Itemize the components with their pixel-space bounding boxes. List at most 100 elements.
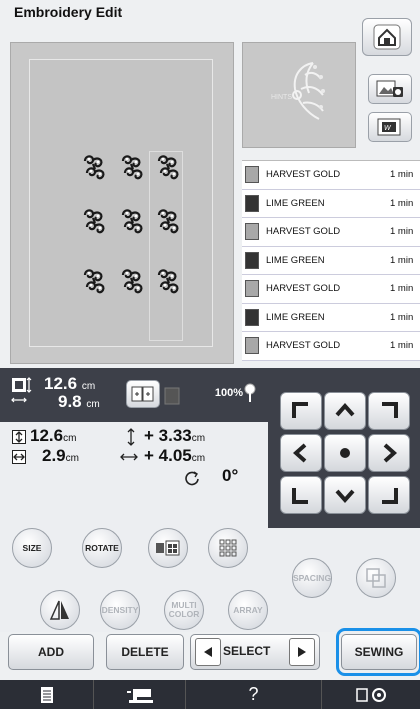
group-button[interactable] [356, 558, 396, 598]
camera-icon [376, 80, 403, 97]
multi-color-button[interactable]: MULTI COLOR [164, 590, 204, 630]
size-dimension-icon [11, 377, 32, 403]
design-height-unit: cm [81, 381, 96, 392]
thread-name: HARVEST GOLD [266, 169, 341, 181]
zoom-button[interactable]: 100% [208, 378, 264, 408]
sewing-button-highlight[interactable]: SEWING [336, 628, 420, 676]
size-button[interactable]: SIZE [12, 528, 52, 568]
select-control: SELECT [190, 634, 320, 670]
vertical-offset-unit: cm [191, 433, 206, 444]
move-down-left-button[interactable] [280, 476, 322, 514]
footer-bar: ? [0, 680, 420, 709]
vertical-offset-icon [127, 428, 135, 446]
thread-row[interactable]: LIME GREEN 1 min [242, 304, 420, 332]
footer-help-button[interactable]: ? [186, 680, 322, 709]
select-previous-button[interactable] [195, 638, 221, 666]
sewing-machine-icon [126, 688, 153, 703]
rotate-button[interactable]: ROTATE [82, 528, 122, 568]
move-down-button[interactable] [324, 476, 366, 514]
pattern-height-value: 12.6 [30, 426, 64, 445]
embroidery-motif[interactable] [153, 265, 183, 299]
corner-down-left-icon [292, 488, 308, 504]
width-icon [12, 450, 26, 464]
add-button[interactable]: ADD [8, 634, 94, 670]
density-button[interactable]: DENSITY [100, 590, 140, 630]
page-title: Embroidery Edit [14, 4, 123, 20]
thread-row[interactable]: HARVEST GOLD 1 min [242, 275, 420, 304]
frame-image-icon: W [377, 118, 401, 136]
thread-color-swatch [245, 194, 259, 212]
thread-time: 1 min [390, 197, 414, 209]
select-next-button[interactable] [289, 638, 315, 666]
thread-color-swatch [245, 166, 259, 184]
rotation-icon [185, 471, 199, 486]
pattern-height-unit: cm [63, 433, 77, 444]
preview-label: HINTS [271, 94, 292, 101]
array-button[interactable]: ARRAY [228, 590, 268, 630]
thread-row[interactable]: LIME GREEN 1 min [242, 247, 420, 275]
embroidery-motif[interactable] [79, 205, 109, 239]
horizontal-offset-unit: cm [191, 453, 206, 464]
move-up-left-button[interactable] [280, 392, 322, 430]
footer-machine-button[interactable] [94, 680, 186, 709]
embroidery-size-panel: 12.6 cm 9.8 cm 100% [0, 368, 268, 422]
thread-color-list[interactable]: HARVEST GOLD 1 min LIME GREEN 1 min HARVEST … [242, 160, 420, 361]
chevron-left-icon [292, 443, 307, 463]
move-up-right-button[interactable] [368, 392, 410, 430]
group-icon [366, 568, 386, 588]
background-image-button[interactable]: W [368, 112, 412, 142]
thread-name: HARVEST GOLD [266, 226, 341, 238]
select-label: SELECT [223, 644, 271, 658]
layout-icon [131, 386, 154, 402]
chevron-right-icon [383, 443, 398, 463]
design-height-value: 12.6 [44, 374, 78, 393]
embroidery-motif[interactable] [117, 205, 147, 239]
thread-spool-icon [156, 540, 180, 556]
thread-row[interactable]: HARVEST GOLD 1 min [242, 161, 420, 190]
embroidery-motif[interactable] [153, 205, 183, 239]
move-down-right-button[interactable] [368, 476, 410, 514]
thread-row[interactable]: LIME GREEN 1 min [242, 190, 420, 218]
embroidery-canvas[interactable] [10, 42, 234, 364]
thread-row[interactable]: HARVEST GOLD 1 min [242, 332, 420, 361]
thread-color-swatch [245, 280, 259, 298]
spacing-button[interactable]: SPACING [292, 558, 332, 598]
thread-change-button[interactable] [148, 528, 188, 568]
move-up-button[interactable] [324, 392, 366, 430]
footer-page-button[interactable] [0, 680, 94, 709]
delete-button[interactable]: DELETE [106, 634, 184, 670]
footer-settings-button[interactable] [322, 680, 420, 709]
thread-row[interactable]: HARVEST GOLD 1 min [242, 218, 420, 247]
camera-button[interactable] [368, 74, 412, 104]
embroidery-motif[interactable] [117, 265, 147, 299]
move-left-button[interactable] [280, 434, 322, 472]
mirror-button[interactable] [40, 590, 80, 630]
document-icon [40, 686, 53, 703]
thread-time: 1 min [390, 311, 414, 323]
embroidery-motif[interactable] [117, 151, 147, 185]
pattern-preview: HINTS [242, 42, 356, 148]
horizontal-offset-value: + 4.05 [144, 446, 192, 465]
hoop-area [29, 59, 213, 347]
pattern-width-value: 2.9 [42, 446, 66, 465]
thread-time: 1 min [390, 226, 414, 238]
corner-up-left-icon [292, 402, 308, 418]
move-arrow-pad: SPACING [268, 368, 420, 632]
move-center-button[interactable] [324, 434, 366, 472]
pattern-width-unit: cm [65, 453, 79, 464]
height-icon [12, 430, 26, 444]
grid-icon [219, 539, 237, 557]
sewing-button[interactable]: SEWING [341, 634, 417, 670]
horizontal-offset-icon [120, 453, 138, 461]
chevron-up-icon [335, 402, 355, 417]
grid-arrange-button[interactable] [208, 528, 248, 568]
zoom-level: 100% [214, 387, 244, 399]
embroidery-motif[interactable] [79, 265, 109, 299]
embroidery-motif[interactable] [153, 151, 183, 185]
thread-time: 1 min [390, 340, 414, 352]
embroidery-motif[interactable] [79, 151, 109, 185]
layout-toggle-button[interactable] [126, 380, 160, 408]
corner-down-right-icon [382, 488, 398, 504]
home-button[interactable] [362, 18, 412, 56]
move-right-button[interactable] [368, 434, 410, 472]
